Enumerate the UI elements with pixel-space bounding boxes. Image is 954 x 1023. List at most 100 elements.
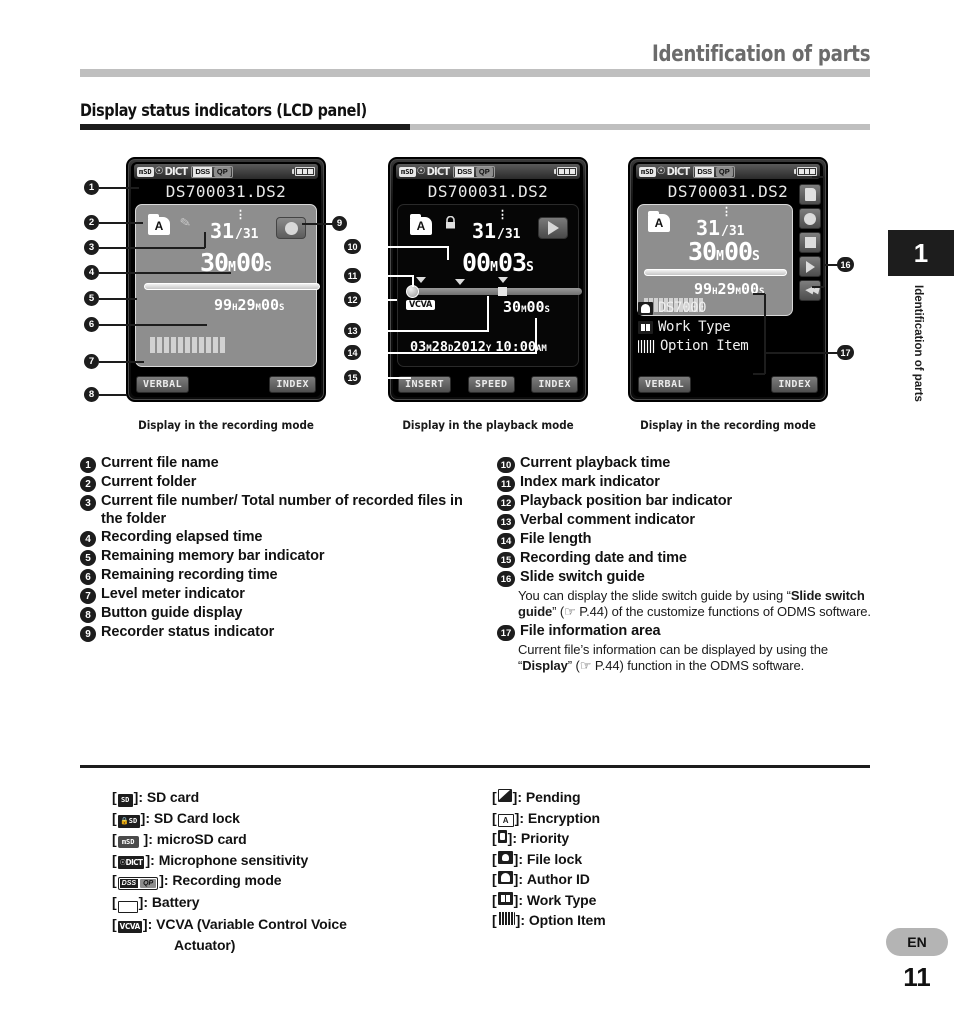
glossary-label: Author ID [526, 871, 590, 887]
index-mark-indicator-a [416, 277, 426, 283]
glossary-item-file-lock: []: File lock [492, 850, 583, 867]
legend-label: File length [520, 531, 592, 547]
callout-leader-6 [99, 324, 207, 326]
current-playback-time: 00M03S [462, 248, 534, 277]
stop-icon[interactable] [799, 232, 821, 253]
lcd-panel-recording-2: mSD ☉ DICT DSS QP DS700031.DS2 A ⋮ 31 /3… [628, 157, 828, 402]
speed-button[interactable]: SPEED [467, 376, 515, 393]
option-item-icon [638, 339, 655, 353]
callout-leader-3 [99, 247, 205, 249]
index-button-1[interactable]: INDEX [269, 376, 316, 393]
file-length: 30M00S [503, 298, 550, 316]
callout-leader-10 [361, 246, 449, 248]
microsd-card-icon: mSD [137, 166, 154, 177]
recording-mode-icon: DSS QP [191, 165, 233, 178]
recording-mode-icon: DSS QP [453, 165, 495, 178]
glossary-label: Option Item [528, 912, 606, 928]
lcd-screen-2: A ⋮ 31 /31 00M03S VCVA 30M00S 03M28D2012… [397, 204, 582, 367]
callout-11: 11 [344, 268, 361, 283]
current-file-name-2: DS700031.DS2 [427, 182, 549, 201]
callout-6: 6 [84, 317, 99, 332]
sd-card-lock-icon: 🔒SD [117, 814, 140, 828]
file-lock-icon-2 [445, 215, 456, 229]
legend-bullet: 11 [497, 476, 515, 492]
index-button-3[interactable]: INDEX [771, 376, 818, 393]
legend-item-11: 11 Index mark indicator [497, 474, 877, 492]
legend-label: Recorder status indicator [101, 624, 275, 640]
file-lock-icon [497, 850, 513, 864]
chapter-tab-label: Identification of parts [912, 285, 924, 402]
legend-item-17: 17 File information area [497, 623, 877, 641]
remaining-recording-time-3: 99H29M00S [694, 280, 765, 298]
legend-label: Current file name [101, 455, 219, 471]
legend-bullet: 16 [497, 571, 515, 587]
button-guide-display-2: INSERT SPEED INDEX [396, 375, 580, 394]
work-type-icon [638, 320, 653, 334]
mic-sensitivity-label: DICT [426, 165, 451, 178]
legend-item-3: 3 Current file number/ Total number of r… [80, 493, 485, 528]
legend-item-16: 16 Slide switch guide [497, 569, 877, 587]
verbal-button-1[interactable]: VERBAL [136, 376, 190, 393]
microphone-sensitivity-icon: ☉DICT [117, 855, 145, 869]
verbal-button-3[interactable]: VERBAL [638, 376, 692, 393]
current-folder-icon-3: A [648, 211, 670, 232]
legend-description-16: You can display the slide switch guide b… [518, 588, 871, 619]
glossary-item-sd-card-lock: [🔒SD]: SD Card lock [112, 810, 240, 828]
index-button-2[interactable]: INDEX [531, 376, 578, 393]
glossary-label: SD card [146, 789, 200, 805]
legend-bullet: 5 [80, 550, 96, 566]
mic-sensitivity-label: DICT [666, 165, 691, 178]
callout-leader-8 [99, 394, 127, 396]
file-info-row-option: Option Item [638, 338, 749, 354]
option-item-icon [497, 912, 515, 925]
index-mark-indicator-c [498, 277, 508, 283]
play-icon[interactable] [799, 256, 821, 277]
glossary-left: [SD]: SD card [🔒SD]: SD Card lock [mSD ]… [112, 788, 492, 956]
playback-position-bar-indicator[interactable] [410, 288, 582, 295]
legend-item-2: 2 Current folder [80, 474, 485, 492]
page-icon[interactable] [799, 184, 821, 205]
glossary-label: VCVA (Variable Control Voice [156, 916, 347, 932]
legend-label: Current playback time [520, 455, 671, 471]
callout-leader-3b [204, 232, 206, 248]
mic-mark-3: ⋮ [721, 206, 732, 218]
rewind-icon[interactable]: ◀◀ [799, 280, 821, 301]
callout-leader-7 [99, 361, 144, 363]
encryption-icon: A [497, 813, 514, 827]
legend-bullet: 6 [80, 569, 96, 585]
battery-icon [794, 167, 817, 176]
microphone-icon: ☉ [416, 165, 426, 177]
glossary-label: Encryption [527, 809, 601, 826]
glossary-item-sd-card: [SD]: SD card [112, 789, 200, 807]
page-number: 11 [903, 962, 931, 992]
sd-card-icon: SD [117, 793, 133, 807]
record-icon[interactable] [799, 208, 821, 229]
battery-icon [117, 900, 138, 913]
legend-item-14: 14 File length [497, 531, 877, 549]
legend-item-13: 13 Verbal comment indicator [497, 512, 877, 530]
callout-leader-1 [99, 187, 139, 189]
microsd-card-icon: mSD [117, 836, 139, 848]
status-bar-3: mSD ☉ DICT DSS QP [635, 163, 821, 180]
callout-leader-2 [99, 222, 143, 224]
legend-label: Recording date and time [520, 550, 687, 566]
glossary-item-microsd-card: [mSD ]: microSD card [112, 831, 247, 848]
vcva-icon: VCVA [117, 920, 142, 933]
legend-label: Index mark indicator [520, 474, 660, 490]
legend-bullet: 10 [497, 457, 515, 473]
author-id-icon [497, 871, 513, 884]
verbal-comment-indicator: VCVA [406, 300, 435, 310]
battery-icon [292, 167, 315, 176]
callout-14: 14 [344, 345, 361, 360]
glossary-item-vcva: [VCVA]: VCVA (Variable Control Voice [112, 916, 347, 933]
callout-leader-5 [99, 298, 137, 300]
chapter-tab: 1 [888, 230, 954, 276]
microphone-icon: ☉ [154, 165, 164, 177]
legend-bullet: 1 [80, 457, 96, 473]
pending-icon [497, 789, 512, 802]
legend-label: Playback position bar indicator [520, 493, 733, 509]
section-heading: Display status indicators (LCD panel) [80, 101, 367, 121]
callout-16: 16 [837, 257, 854, 272]
current-folder-icon-1: A [148, 214, 170, 235]
button-guide-display-3: VERBAL INDEX [636, 375, 820, 394]
